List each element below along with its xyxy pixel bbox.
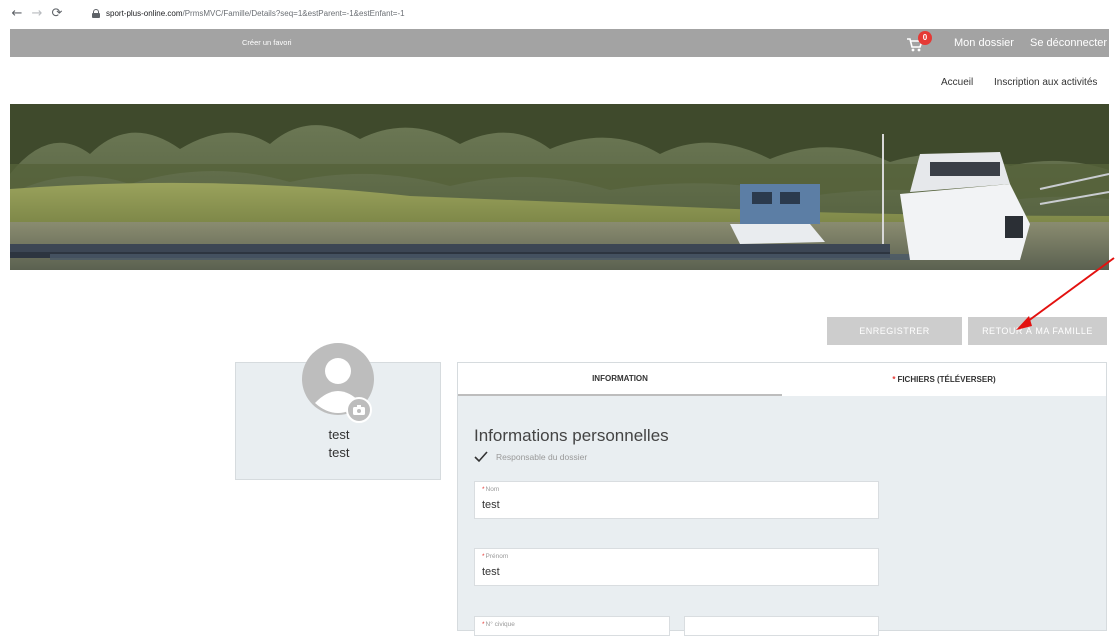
responsable-checkbox[interactable]: Responsable du dossier	[474, 451, 587, 463]
hero-banner-image	[10, 104, 1109, 270]
profile-name-line1: test	[328, 427, 350, 442]
street-field[interactable]	[684, 616, 879, 636]
responsable-label: Responsable du dossier	[496, 452, 588, 462]
cart-button[interactable]: 0	[907, 31, 933, 53]
profile-card: test test	[235, 343, 441, 480]
forward-arrow-icon[interactable]: →	[28, 4, 46, 22]
save-button[interactable]: Enregistrer	[827, 317, 962, 345]
tab-files[interactable]: * Fichiers (Téléverser)	[782, 363, 1106, 396]
camera-icon	[353, 405, 365, 415]
checkmark-icon	[474, 451, 488, 463]
first-name-field[interactable]: *Prénom test	[474, 548, 879, 586]
url-domain: sport-plus-online.com	[106, 8, 183, 18]
url-path: /PrmsMVC/Famille/Details?seq=1&estParent…	[182, 8, 405, 18]
change-photo-button[interactable]	[346, 397, 372, 423]
nav-home-link[interactable]: Accueil	[941, 77, 973, 88]
address-bar[interactable]: sport-plus-online.com/PrmsMVC/Famille/De…	[92, 3, 1112, 23]
cart-count-badge: 0	[918, 31, 932, 45]
site-top-bar: Créer un favori 0 Mon dossier Se déconne…	[10, 29, 1109, 57]
first-name-value: test	[482, 566, 500, 578]
profile-name-line2: test	[328, 445, 350, 460]
details-panel: Information * Fichiers (Téléverser) Info…	[457, 362, 1107, 636]
create-favorite-link[interactable]: Créer un favori	[242, 38, 292, 47]
first-name-label: *Prénom	[482, 553, 509, 560]
tab-files-label: Fichiers (Téléverser)	[897, 375, 996, 384]
tab-information[interactable]: Information	[458, 363, 782, 396]
tab-information-label: Information	[592, 374, 648, 383]
back-to-family-button[interactable]: Retour à ma famille	[968, 317, 1107, 345]
logout-link[interactable]: Se déconnecter	[1030, 37, 1107, 49]
civic-number-label: *N° civique	[482, 621, 515, 628]
last-name-value: test	[482, 499, 500, 511]
nav-activities-link[interactable]: Inscription aux activités	[994, 77, 1097, 88]
tab-bar: Information * Fichiers (Téléverser)	[458, 363, 1106, 396]
section-title: Informations personnelles	[474, 426, 669, 445]
last-name-field[interactable]: *Nom test	[474, 481, 879, 519]
back-arrow-icon[interactable]: ←	[8, 4, 26, 22]
required-marker: *	[892, 375, 896, 384]
civic-number-field[interactable]: *N° civique	[474, 616, 670, 636]
my-file-link[interactable]: Mon dossier	[954, 37, 1014, 49]
reload-icon[interactable]: ⟳	[48, 4, 66, 22]
lock-icon	[92, 8, 100, 18]
last-name-label: *Nom	[482, 486, 500, 493]
